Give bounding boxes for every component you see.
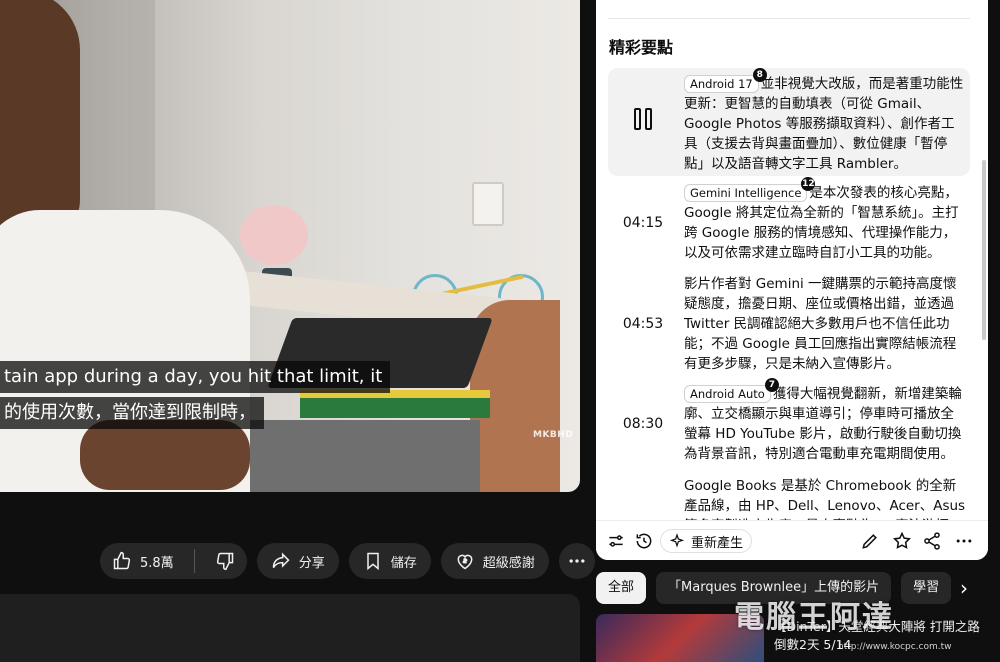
share-button[interactable]: 分享 [256, 543, 339, 579]
sparkle-icon [669, 533, 685, 548]
books [300, 390, 490, 418]
highlight-item[interactable]: 04:53 影片作者對 Gemini 一鍵購票的示範持高度懷疑態度，擔憂日期、座… [608, 274, 970, 378]
like-count: 5.8萬 [140, 555, 174, 571]
sliders-icon[interactable] [606, 531, 626, 551]
topic-chip[interactable]: Gemini Intelligence 12 [684, 177, 816, 202]
thumbs-up-icon [113, 551, 131, 570]
site-watermark-logo: 電腦王阿達 [734, 600, 894, 635]
timestamp[interactable]: 04:15 [608, 215, 678, 231]
panel-toolbar: 重新產生 [596, 520, 988, 560]
video-actions: 5.8萬 分享 儲存 超級感謝 [100, 543, 595, 579]
chip-all[interactable]: 全部 [596, 572, 647, 604]
topic-chip[interactable]: Android Auto 7 [684, 378, 779, 403]
regenerate-button[interactable]: 重新產生 [660, 529, 753, 553]
share-icon [272, 552, 290, 569]
panel-scrollbar[interactable] [982, 160, 986, 340]
highlight-text: Gemini Intelligence 12 是本次發表的核心亮點，Google 將… [684, 177, 959, 261]
highlight-text: Android 17 8 並非視覺大改版，而是著重功能性更新：更智慧的自動填表（可從… [684, 68, 964, 172]
highlight-item[interactable]: Android 17 8 並非視覺大改版，而是著重功能性更新：更智慧的自動填表（可從… [608, 68, 970, 176]
divider [608, 18, 970, 19]
like-dislike-group: 5.8萬 [100, 543, 247, 579]
dislike-button[interactable] [203, 543, 247, 579]
lamp [240, 205, 308, 265]
highlight-text: Android Auto 7 獲得大幅視覺翻新，新增建築輪廓、立交橋顯示與車道導引；… [684, 378, 962, 462]
bookmark-icon [366, 552, 379, 571]
super-thanks-button[interactable]: 超級感謝 [440, 543, 549, 579]
desk-drawer [250, 420, 480, 492]
share-nodes-icon[interactable] [922, 531, 942, 551]
timestamp[interactable]: 08:30 [608, 416, 678, 432]
divider [193, 549, 195, 573]
highlight-item[interactable]: Google Books 是基於 Chromebook 的全新產品線，由 HP、… [608, 476, 970, 520]
save-button[interactable]: 儲存 [348, 543, 431, 579]
edit-pencil-icon[interactable] [860, 531, 880, 551]
wall-outlet [472, 182, 504, 226]
star-icon[interactable] [892, 531, 912, 551]
caption-line-2: 的使用次數，當你達到限制時， [0, 397, 264, 429]
thumbs-down-icon [216, 552, 233, 571]
highlights-panel: 精彩要點 Android 17 8 並非視覺大改版，而是著重功能性更新：更智慧的自動… [596, 0, 988, 560]
pause-icon[interactable] [634, 108, 654, 132]
timestamp[interactable]: 04:53 [608, 316, 678, 332]
super-thanks-icon [457, 554, 473, 570]
topic-chip[interactable]: Android 17 8 [684, 68, 767, 93]
chip-count-badge: 7 [764, 378, 779, 392]
video-watermark: MKBHD [533, 430, 574, 440]
highlight-text: Google Books 是基於 Chromebook 的全新產品線，由 HP、… [684, 478, 966, 520]
highlight-text: 影片作者對 Gemini 一鍵購票的示範持高度懷疑態度，擔憂日期、座位或價格出錯… [684, 276, 957, 372]
chip-count-badge: 8 [752, 68, 767, 82]
regenerate-label: 重新產生 [691, 535, 744, 551]
chevron-right-icon[interactable]: › [952, 576, 976, 600]
history-icon[interactable] [634, 531, 654, 551]
description-box[interactable] [0, 594, 580, 662]
presenter [0, 0, 80, 240]
like-button[interactable]: 5.8萬 [100, 543, 186, 579]
more-horizontal-icon[interactable] [954, 531, 974, 551]
panel-title: 精彩要點 [609, 38, 674, 57]
save-label: 儲存 [390, 555, 417, 571]
caption-line-1: tain app during a day, you hit that limi… [0, 361, 391, 393]
presenter-hand [80, 420, 250, 490]
chip-learning[interactable]: 學習 [901, 572, 952, 604]
super-thanks-label: 超級感謝 [482, 555, 535, 571]
more-actions-button[interactable] [558, 543, 595, 579]
chip-count-badge: 12 [801, 177, 816, 191]
highlight-item[interactable]: 08:30 Android Auto 7 獲得大幅視覺翻新，新增建築輪廓、立交橋顯示… [608, 378, 970, 472]
site-watermark-url: http://www.kocpc.com.tw [838, 642, 952, 652]
highlight-item[interactable]: 04:15 Gemini Intelligence 12 是本次發表的核心亮點，Go… [608, 177, 970, 268]
app-frame: MKBHD tain app during a day, you hit tha… [0, 0, 1000, 662]
share-label: 分享 [298, 555, 325, 571]
video-player[interactable]: MKBHD tain app during a day, you hit tha… [0, 0, 580, 492]
more-horizontal-icon [569, 559, 585, 563]
